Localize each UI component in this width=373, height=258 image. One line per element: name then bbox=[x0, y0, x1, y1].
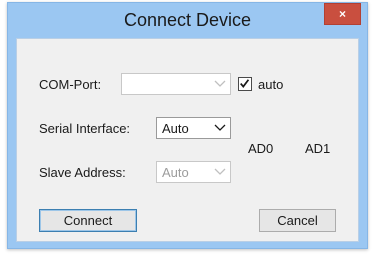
checkmark-icon bbox=[240, 79, 250, 88]
auto-checkbox-label[interactable]: auto bbox=[258, 77, 283, 92]
slave-address-select[interactable]: Auto bbox=[156, 161, 231, 183]
dialog-title: Connect Device bbox=[123, 10, 252, 30]
close-button[interactable]: × bbox=[324, 3, 361, 25]
slave-address-value: Auto bbox=[162, 165, 189, 180]
connect-button[interactable]: Connect bbox=[39, 209, 137, 232]
connect-device-dialog: Connect Device × COM-Port: auto Serial I… bbox=[7, 2, 368, 249]
serial-interface-label: Serial Interface: bbox=[39, 121, 131, 136]
slave-address-label: Slave Address: bbox=[39, 165, 126, 180]
title-bar[interactable]: Connect Device × bbox=[8, 3, 367, 38]
serial-interface-value: Auto bbox=[162, 121, 189, 136]
close-icon: × bbox=[338, 7, 346, 21]
dialog-body: COM-Port: auto Serial Interface: Auto AD… bbox=[16, 38, 359, 242]
chevron-down-icon bbox=[214, 124, 226, 131]
chevron-down-icon bbox=[214, 80, 226, 87]
chevron-down-icon bbox=[214, 168, 226, 175]
com-port-label: COM-Port: bbox=[39, 77, 102, 92]
com-port-select[interactable] bbox=[121, 73, 231, 95]
cancel-button[interactable]: Cancel bbox=[259, 209, 336, 232]
ad0-label: AD0 bbox=[248, 141, 274, 156]
auto-checkbox[interactable] bbox=[238, 77, 252, 91]
ad1-label: AD1 bbox=[305, 141, 331, 156]
serial-interface-select[interactable]: Auto bbox=[156, 117, 231, 139]
